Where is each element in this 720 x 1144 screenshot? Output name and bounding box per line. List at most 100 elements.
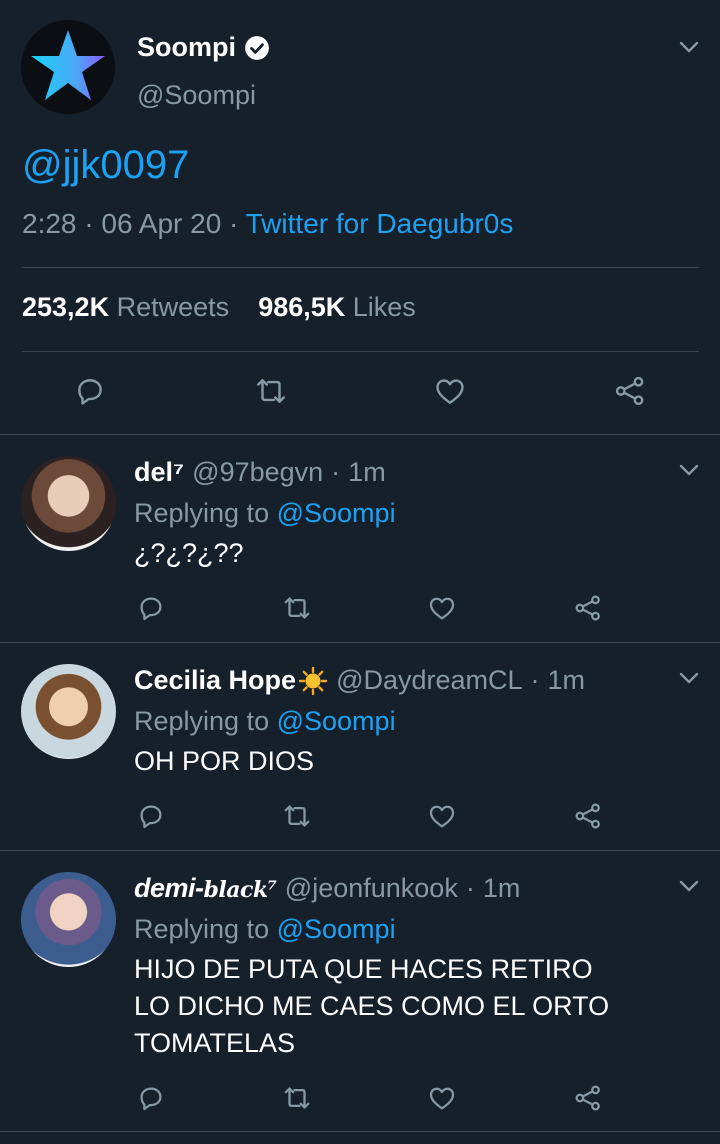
retweet-button[interactable] <box>278 797 316 835</box>
reply-avatar[interactable] <box>21 456 116 551</box>
retweet-icon <box>284 805 310 827</box>
share-button[interactable] <box>569 1079 607 1117</box>
verified-icon <box>245 35 269 60</box>
reply-author-handle[interactable]: @DaydreamCL <box>336 665 522 696</box>
like-icon <box>429 597 455 620</box>
meta-separator: · <box>465 873 475 903</box>
divider <box>0 1131 720 1132</box>
replying-to-label: Replying to <box>134 498 270 528</box>
reply-icon <box>78 379 102 405</box>
reply-text-line: TOMATELAS <box>134 1028 296 1058</box>
replying-to-label: Replying to <box>134 706 270 736</box>
sun-emoji <box>298 666 328 695</box>
reply-author-name-main: demi- <box>134 873 204 903</box>
reply-text: OH POR DIOS <box>134 743 314 780</box>
replying-to: Replying to @Soompi <box>134 706 396 737</box>
reply-icon <box>140 1087 162 1111</box>
reply-time: 1m <box>482 873 521 903</box>
retweet-button[interactable] <box>252 372 290 410</box>
meta-separator: · <box>229 208 239 239</box>
retweet-label: Retweets <box>116 292 230 322</box>
reply-header: Cecilia Hope @DaydreamCL · 1m <box>134 665 585 696</box>
share-button[interactable] <box>569 797 607 835</box>
like-count: 986,5K <box>258 292 346 322</box>
reply-button[interactable] <box>132 589 170 627</box>
share-icon <box>575 595 600 621</box>
soompi-star-logo <box>31 30 105 100</box>
tweet-date: 06 Apr 20 <box>101 208 222 239</box>
meta-separator: · <box>530 665 540 695</box>
author-handle[interactable]: @Soompi <box>137 80 256 111</box>
reply-menu-button[interactable] <box>678 459 700 486</box>
like-button[interactable] <box>423 797 461 835</box>
author-name-row[interactable]: Soompi <box>137 32 270 63</box>
tweet-text[interactable]: @jjk0097 <box>22 143 189 188</box>
like-button[interactable] <box>423 589 461 627</box>
reply-button[interactable] <box>132 1079 170 1117</box>
reply-header: demi-black⁷ @jeonfunkook · 1m <box>134 873 520 904</box>
reply-button[interactable] <box>71 372 109 410</box>
like-icon <box>429 805 455 828</box>
share-icon <box>575 1085 600 1111</box>
reply-tweet[interactable]: demi-black⁷ @jeonfunkook · 1m Replying t… <box>0 851 720 1131</box>
share-button[interactable] <box>611 372 649 410</box>
meta-separator: · <box>331 457 341 487</box>
reply-author-name[interactable]: demi-black⁷ <box>134 873 277 904</box>
likes-stat[interactable]: 986,5K Likes <box>258 292 416 322</box>
reply-author-name[interactable]: Cecilia Hope <box>134 665 296 696</box>
chevron-down-icon <box>679 672 699 684</box>
reply-author-name-suffix: black⁷ <box>203 877 278 903</box>
reply-tweet[interactable]: Cecilia Hope @DaydreamCL · 1m Replying t… <box>0 643 720 850</box>
reply-avatar[interactable] <box>21 872 116 967</box>
chevron-down-icon <box>679 41 699 53</box>
reply-author-handle[interactable]: @jeonfunkook <box>285 873 458 904</box>
retweet-button[interactable] <box>278 589 316 627</box>
divider <box>22 351 699 352</box>
author-name[interactable]: Soompi <box>137 32 236 63</box>
reply-text-line: LO DICHO ME CAES COMO EL ORTO <box>134 991 610 1021</box>
replying-to: Replying to @Soompi <box>134 914 396 945</box>
share-icon <box>615 376 644 406</box>
reply-button[interactable] <box>132 797 170 835</box>
tweet-menu-button[interactable] <box>678 36 700 63</box>
retweet-button[interactable] <box>278 1079 316 1117</box>
reply-tweet[interactable]: del⁷ @97begvn · 1m Replying to @Soompi ¿… <box>0 435 720 642</box>
retweet-icon <box>257 379 285 403</box>
like-button[interactable] <box>431 372 469 410</box>
reply-text-line: ¿?¿?¿?? <box>134 538 244 568</box>
reply-text-line: HIJO DE PUTA QUE HACES RETIRO <box>134 954 593 984</box>
like-button[interactable] <box>423 1079 461 1117</box>
like-icon <box>436 379 464 404</box>
retweet-count: 253,2K <box>22 292 110 322</box>
retweet-icon <box>284 1087 310 1109</box>
meta-separator: · <box>84 208 94 239</box>
tweet-stats: 253,2K Retweets 986,5K Likes <box>22 292 416 323</box>
share-icon <box>575 803 600 829</box>
divider <box>22 267 699 268</box>
reply-author-name[interactable]: del⁷ <box>134 457 184 488</box>
reply-author-handle[interactable]: @97begvn <box>192 457 323 488</box>
chevron-down-icon <box>679 880 699 892</box>
replying-to-handle[interactable]: @Soompi <box>277 706 396 736</box>
reply-icon <box>140 805 162 829</box>
reply-icon <box>140 597 162 621</box>
reply-avatar[interactable] <box>21 664 116 759</box>
reply-text: HIJO DE PUTA QUE HACES RETIRO LO DICHO M… <box>134 951 609 1062</box>
reply-text-line: OH POR DIOS <box>134 746 315 776</box>
chevron-down-icon <box>679 464 699 476</box>
replying-to-handle[interactable]: @Soompi <box>277 914 396 944</box>
reply-time: 1m <box>547 665 586 695</box>
reply-menu-button[interactable] <box>678 875 700 902</box>
like-icon <box>429 1087 455 1110</box>
reply-menu-button[interactable] <box>678 667 700 694</box>
share-button[interactable] <box>569 589 607 627</box>
like-label: Likes <box>352 292 416 322</box>
reply-time: 1m <box>348 457 386 487</box>
tweet-meta: 2:28 · 06 Apr 20 · Twitter for Daegubr0s <box>22 208 513 240</box>
tweet-source[interactable]: Twitter for Daegubr0s <box>246 208 514 239</box>
reply-header: del⁷ @97begvn · 1m <box>134 457 386 488</box>
retweets-stat[interactable]: 253,2K Retweets <box>22 292 229 322</box>
replying-to: Replying to @Soompi <box>134 498 396 529</box>
author-avatar[interactable] <box>21 20 115 114</box>
replying-to-handle[interactable]: @Soompi <box>277 498 396 528</box>
